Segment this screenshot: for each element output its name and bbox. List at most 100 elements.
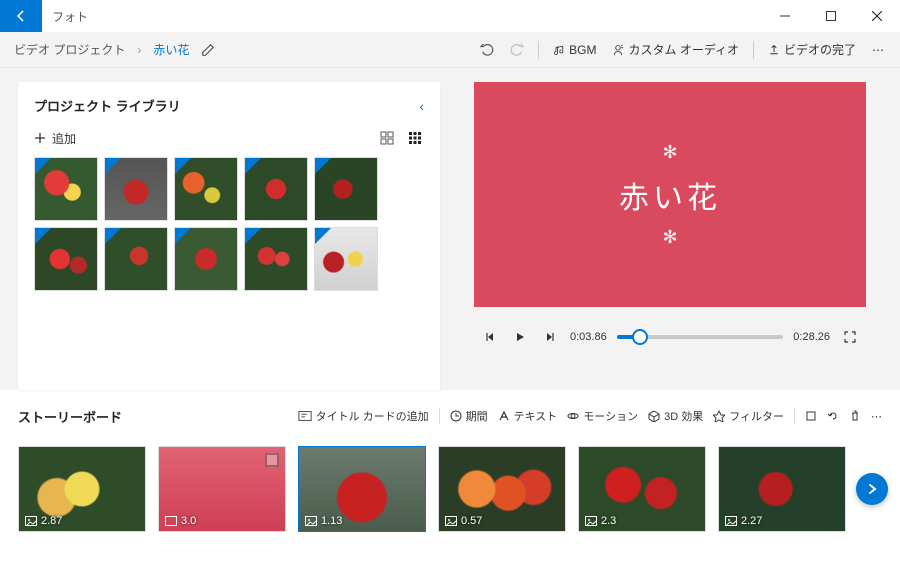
used-badge-icon — [175, 158, 191, 174]
prev-frame-button[interactable] — [480, 327, 500, 347]
close-button[interactable] — [854, 0, 900, 32]
delete-button[interactable] — [849, 410, 861, 422]
next-frame-button[interactable] — [540, 327, 560, 347]
breadcrumb-bar: ビデオ プロジェクト › 赤い花 BGM カスタム オーディオ ビデオの完了 ⋯ — [0, 32, 900, 68]
used-badge-icon — [105, 158, 121, 174]
text-button[interactable]: テキスト — [498, 408, 558, 424]
image-icon — [585, 516, 597, 526]
breadcrumb-root[interactable]: ビデオ プロジェクト — [8, 41, 131, 58]
image-icon — [165, 516, 177, 526]
view-small-icon[interactable] — [406, 129, 424, 147]
clip-duration: 2.27 — [741, 515, 762, 527]
used-badge-icon — [35, 158, 51, 174]
custom-audio-label: カスタム オーディオ — [628, 41, 739, 58]
progress-handle[interactable] — [632, 329, 648, 345]
storyboard-clip[interactable]: 0.57 — [438, 446, 566, 532]
library-item[interactable] — [244, 157, 308, 221]
progress-bar[interactable] — [617, 335, 784, 339]
library-item[interactable] — [314, 227, 378, 291]
minimize-button[interactable] — [762, 0, 808, 32]
used-badge-icon — [315, 158, 331, 174]
library-thumbnails — [34, 157, 424, 291]
preview-canvas[interactable]: ✻ 赤い花 ✻ — [474, 82, 866, 307]
storyboard-clip[interactable]: 1.13 — [298, 446, 426, 532]
app-title: フォト — [42, 0, 98, 32]
title-deco-icon: ✻ — [662, 142, 677, 163]
used-badge-icon — [35, 228, 51, 244]
play-button[interactable] — [510, 327, 530, 347]
title-overlay: ✻ 赤い花 ✻ — [619, 142, 721, 248]
storyboard-toolbar: タイトル カードの追加 期間 テキスト モーション 3D 効果 フィルター ⋯ — [298, 408, 882, 424]
maximize-button[interactable] — [808, 0, 854, 32]
storyboard-clip[interactable]: 2.3 — [578, 446, 706, 532]
image-icon — [25, 516, 37, 526]
library-item[interactable] — [34, 157, 98, 221]
finish-video-button[interactable]: ビデオの完了 — [760, 32, 864, 67]
bgm-label: BGM — [569, 43, 596, 57]
divider — [538, 41, 539, 59]
library-item[interactable] — [174, 227, 238, 291]
library-item[interactable] — [314, 157, 378, 221]
filters-button[interactable]: フィルター — [713, 408, 784, 424]
used-badge-icon — [175, 228, 191, 244]
breadcrumb-separator: › — [131, 43, 147, 57]
title-deco-icon: ✻ — [662, 227, 677, 248]
preview-title-text: 赤い花 — [619, 173, 721, 217]
3d-effects-button[interactable]: 3D 効果 — [648, 408, 703, 424]
storyboard-title-card[interactable]: 3.0 — [158, 446, 286, 532]
add-label: 追加 — [52, 130, 76, 147]
divider — [753, 41, 754, 59]
player-bar: 0:03.86 0:28.26 — [474, 307, 866, 367]
view-large-icon[interactable] — [378, 129, 396, 147]
used-badge-icon — [245, 228, 261, 244]
storyboard-section: ストーリーボード タイトル カードの追加 期間 テキスト モーション 3D 効果… — [0, 390, 900, 532]
used-badge-icon — [315, 228, 331, 244]
clip-duration: 3.0 — [181, 515, 196, 527]
scroll-next-button[interactable] — [856, 473, 888, 505]
add-title-card-button[interactable]: タイトル カードの追加 — [298, 408, 429, 424]
add-media-button[interactable]: 追加 — [34, 130, 76, 147]
clip-duration: 1.13 — [321, 515, 342, 527]
redo-button[interactable] — [502, 32, 532, 67]
storyboard-clip[interactable]: 2.27 — [718, 446, 846, 532]
clip-duration: 0.57 — [461, 515, 482, 527]
breadcrumb-current[interactable]: 赤い花 — [147, 41, 195, 58]
fullscreen-button[interactable] — [840, 327, 860, 347]
rotate-button[interactable] — [827, 410, 839, 422]
storyboard-title: ストーリーボード — [18, 407, 122, 426]
crop-button[interactable] — [805, 410, 817, 422]
library-item[interactable] — [104, 227, 168, 291]
storyboard-clip[interactable]: 2.87 — [18, 446, 146, 532]
duration-button[interactable]: 期間 — [450, 408, 488, 424]
bgm-button[interactable]: BGM — [545, 32, 604, 67]
library-item[interactable] — [244, 227, 308, 291]
duration: 0:28.26 — [793, 331, 830, 343]
used-badge-icon — [245, 158, 261, 174]
image-icon — [305, 516, 317, 526]
image-icon — [445, 516, 457, 526]
current-time: 0:03.86 — [570, 331, 607, 343]
finish-label: ビデオの完了 — [784, 41, 856, 58]
storyboard-track: 2.87 3.0 1.13 0.57 2.3 2.27 — [18, 446, 882, 532]
custom-audio-button[interactable]: カスタム オーディオ — [604, 32, 747, 67]
motion-button[interactable]: モーション — [567, 408, 638, 424]
library-item[interactable] — [34, 227, 98, 291]
more-button[interactable]: ⋯ — [864, 32, 892, 67]
library-title: プロジェクト ライブラリ — [34, 96, 181, 115]
title-card-icon — [265, 453, 279, 467]
window-controls — [762, 0, 900, 32]
library-item[interactable] — [104, 157, 168, 221]
preview-area: ✻ 赤い花 ✻ 0:03.86 0:28.26 — [458, 82, 882, 390]
undo-button[interactable] — [472, 32, 502, 67]
used-badge-icon — [105, 228, 121, 244]
rename-icon[interactable] — [201, 43, 215, 57]
image-icon — [725, 516, 737, 526]
library-panel: プロジェクト ライブラリ ‹ 追加 — [18, 82, 440, 390]
collapse-library-button[interactable]: ‹ — [419, 98, 424, 114]
titlebar: フォト — [0, 0, 900, 32]
main-area: プロジェクト ライブラリ ‹ 追加 — [0, 68, 900, 390]
back-button[interactable] — [0, 0, 42, 32]
clip-duration: 2.87 — [41, 515, 62, 527]
library-item[interactable] — [174, 157, 238, 221]
more-storyboard-button[interactable]: ⋯ — [871, 410, 882, 423]
